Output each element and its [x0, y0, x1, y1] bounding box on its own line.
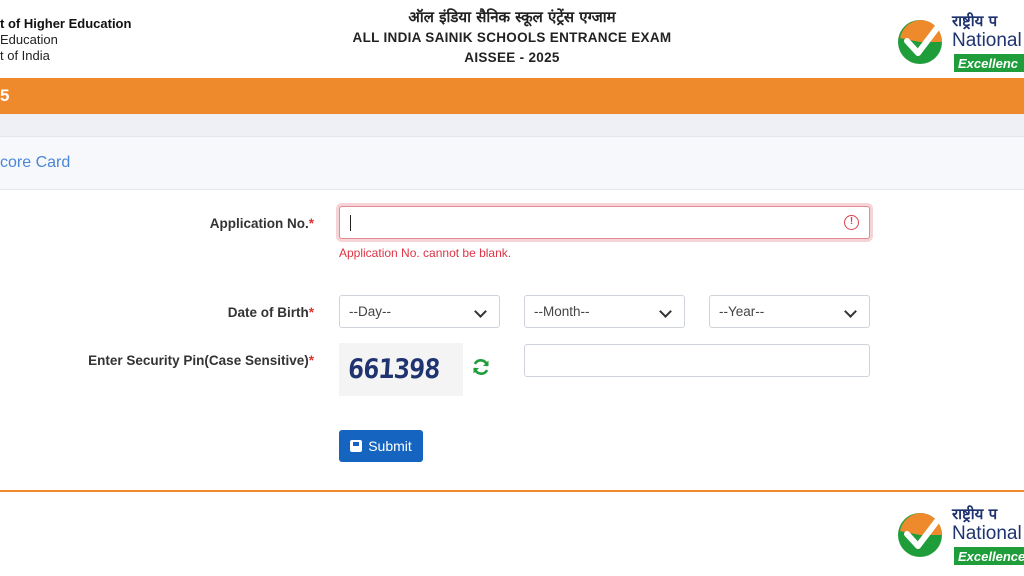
captcha-image: 661398 [339, 343, 463, 396]
security-pin-label: Enter Security Pin(Case Sensitive)* [88, 353, 314, 368]
application-no-error: Application No. cannot be blank. [339, 246, 512, 260]
footer-logo-english-text: National [952, 523, 1022, 544]
exam-title-hindi: ऑल इंडिया सैनिक स्कूल एंट्रेंस एग्जाम [408, 8, 616, 26]
submit-button[interactable]: Submit [339, 430, 423, 462]
exam-title-english: ALL INDIA SAINIK SCHOOLS ENTRANCE EXAM [352, 30, 672, 45]
card-header: core Card [0, 136, 1024, 190]
refresh-icon[interactable] [471, 357, 491, 377]
footer-logo-tagline: Excellence [958, 549, 1024, 564]
exam-title: ऑल इंडिया सैनिक स्कूल एंट्रेंस एग्जाम AL… [300, 7, 724, 68]
security-pin-label-text: Enter Security Pin(Case Sensitive) [88, 353, 309, 368]
dob-month-value: --Month-- [534, 304, 590, 319]
nta-logo[interactable]: राष्ट्रीय प National Excellenc [896, 6, 1024, 74]
chevron-down-icon [844, 305, 857, 318]
text-cursor [350, 215, 351, 231]
orange-banner: 5 [0, 78, 1024, 114]
logo-english-text: National [952, 30, 1022, 51]
captcha-text: 661398 [346, 354, 441, 385]
chevron-down-icon [659, 305, 672, 318]
required-mark: * [308, 353, 314, 368]
exclamation-circle-icon: ! [844, 215, 859, 230]
dob-year-value: --Year-- [719, 304, 765, 319]
nta-footer-logo[interactable]: राष्ट्रीय प National Excellence [896, 499, 1024, 567]
chevron-down-icon [474, 305, 487, 318]
banner-text: 5 [0, 86, 10, 105]
dob-month-select[interactable]: --Month-- [524, 295, 685, 328]
ministry-line-2: Education [0, 32, 58, 47]
application-no-label-text: Application No. [209, 216, 309, 231]
site-header: t of Higher Education Education t of Ind… [0, 0, 1024, 78]
dob-label: Date of Birth* [228, 305, 314, 320]
footer-logo-hindi-text: राष्ट्रीय प [951, 505, 999, 523]
ministry-text: t of Higher Education Education t of Ind… [0, 16, 131, 64]
submit-label: Submit [368, 438, 412, 454]
floppy-disk-icon [350, 440, 363, 452]
security-pin-input[interactable] [524, 344, 870, 377]
nta-check-logo-icon [898, 513, 942, 557]
site-footer [0, 492, 1024, 576]
exam-year: AISSEE - 2025 [464, 50, 560, 65]
dob-day-select[interactable]: --Day-- [339, 295, 500, 328]
gray-strip [0, 114, 1024, 136]
required-mark: * [308, 216, 314, 231]
dob-year-select[interactable]: --Year-- [709, 295, 870, 328]
logo-hindi-text: राष्ट्रीय प [951, 12, 999, 30]
dob-day-value: --Day-- [349, 304, 391, 319]
application-no-input[interactable]: ! [339, 206, 870, 239]
ministry-line-1: t of Higher Education [0, 16, 132, 31]
dob-label-text: Date of Birth [227, 305, 309, 320]
application-no-label: Application No.* [210, 216, 314, 231]
required-mark: * [308, 305, 314, 320]
ministry-line-3: t of India [0, 48, 50, 63]
nta-check-logo-icon [898, 20, 942, 64]
card-title: core Card [0, 154, 71, 171]
logo-tagline: Excellenc [958, 56, 1019, 71]
